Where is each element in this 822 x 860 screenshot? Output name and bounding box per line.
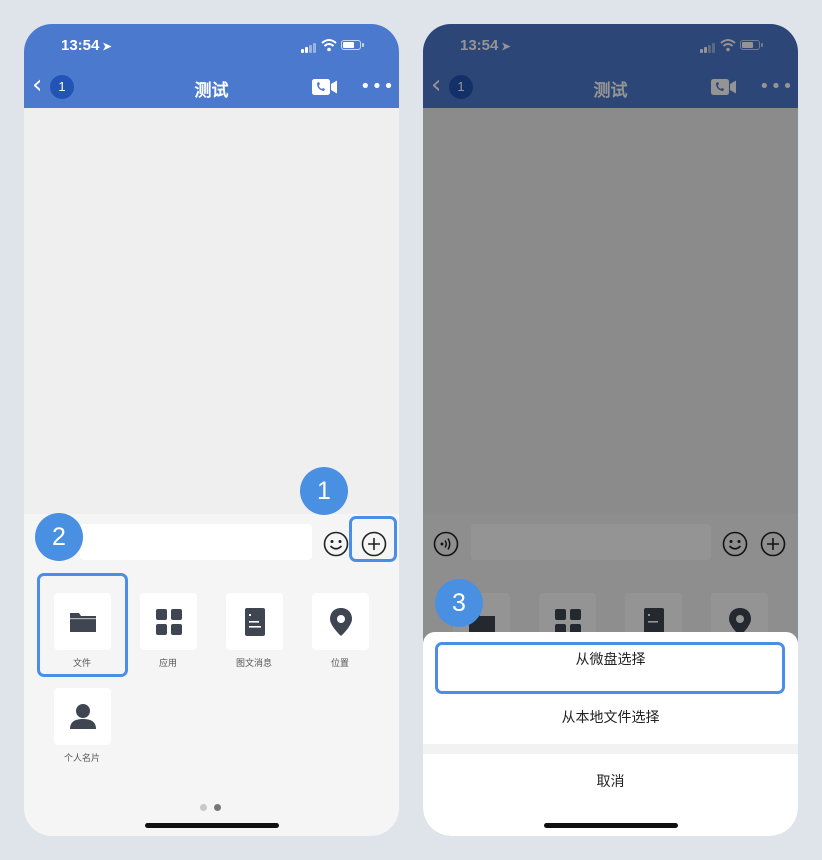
location-pin-icon bbox=[330, 608, 352, 636]
step-badge-1: 1 bbox=[300, 467, 348, 515]
wifi-icon bbox=[321, 39, 337, 52]
chat-header: 13:54 ➤ ‹ 1 测试 ••• bbox=[24, 24, 399, 108]
left-phone-screen: 13:54 ➤ ‹ 1 测试 ••• 文件 应用 图文消息 位置 个人名片 1 … bbox=[24, 24, 399, 836]
page-dot bbox=[200, 804, 207, 811]
step-badge-2: 2 bbox=[35, 513, 83, 561]
cancel-button[interactable]: 取消 bbox=[423, 754, 798, 810]
option-from-local-file[interactable]: 从本地文件选择 bbox=[423, 690, 798, 746]
highlight-weipan-option bbox=[435, 642, 785, 694]
page-indicator bbox=[200, 796, 228, 815]
tool-label: 位置 bbox=[330, 659, 349, 669]
signal-bar bbox=[305, 47, 308, 53]
chat-message-area bbox=[24, 108, 399, 514]
page-dot-active bbox=[214, 804, 221, 811]
tool-label: 图文消息 bbox=[235, 659, 272, 669]
message-input[interactable] bbox=[80, 524, 312, 560]
tool-contact-card[interactable] bbox=[54, 688, 111, 745]
document-icon bbox=[245, 608, 265, 636]
tool-label: 应用 bbox=[158, 659, 177, 669]
signal-bar bbox=[309, 45, 312, 53]
status-time: 13:54 ➤ bbox=[61, 37, 112, 54]
video-call-icon[interactable] bbox=[312, 79, 338, 95]
tool-apps[interactable] bbox=[140, 593, 197, 650]
right-phone-screen: 13:54 ➤ ‹ 1 测试 ••• 从微盘选择 从本地文件选择 取消 3 bbox=[423, 24, 798, 836]
smiley-icon[interactable] bbox=[323, 531, 349, 557]
home-indicator bbox=[145, 823, 279, 828]
step-badge-3: 3 bbox=[435, 579, 483, 627]
signal-bar bbox=[313, 43, 316, 53]
status-icons bbox=[301, 39, 365, 53]
chat-title: 测试 bbox=[194, 81, 229, 101]
more-options-icon[interactable]: ••• bbox=[360, 78, 395, 96]
person-icon bbox=[70, 704, 96, 729]
tool-rich-message[interactable] bbox=[226, 593, 283, 650]
tool-label: 个人名片 bbox=[63, 754, 100, 764]
home-indicator bbox=[544, 823, 678, 828]
highlight-file-tile bbox=[37, 573, 128, 677]
signal-icon bbox=[301, 49, 304, 53]
location-arrow-icon: ➤ bbox=[102, 41, 112, 53]
apps-grid-icon bbox=[156, 609, 182, 635]
highlight-plus-button bbox=[349, 516, 397, 562]
tool-location[interactable] bbox=[312, 593, 369, 650]
battery-icon bbox=[341, 40, 364, 50]
sheet-separator bbox=[423, 744, 798, 754]
